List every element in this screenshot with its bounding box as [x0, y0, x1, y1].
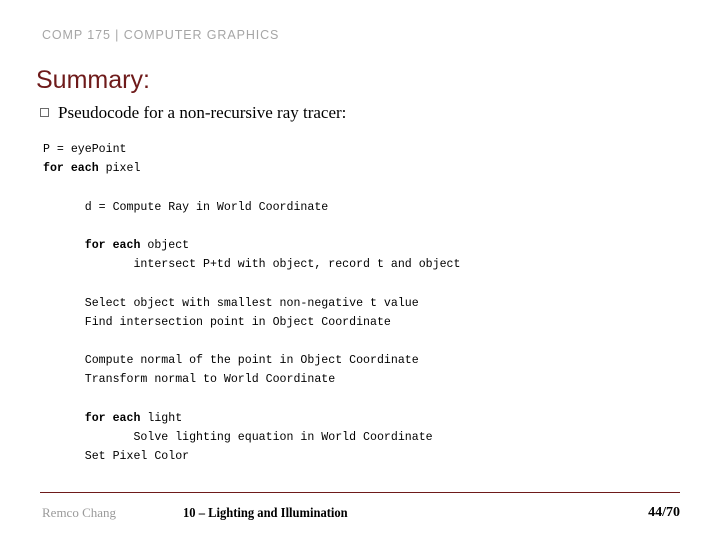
pseudocode-line: Find intersection point in Object Coordi…	[43, 315, 391, 329]
pseudocode-line: Solve lighting equation in World Coordin…	[43, 430, 433, 444]
hollow-square-bullet-icon	[40, 108, 49, 117]
pseudocode-keyword: for each	[43, 162, 99, 176]
bullet-item: Pseudocode for a non-recursive ray trace…	[40, 103, 346, 123]
footer-divider	[40, 492, 680, 493]
pseudocode-line	[43, 332, 693, 351]
footer-page-number: 44/70	[648, 505, 680, 520]
pseudocode-line	[43, 178, 693, 197]
pseudocode-line	[43, 274, 693, 293]
pseudocode-line: Select object with smallest non-negative…	[43, 296, 419, 310]
pseudocode-keyword: for each	[84, 411, 141, 425]
footer: Remco Chang 10 – Lighting and Illuminati…	[40, 505, 680, 527]
pseudocode-keyword: for each	[84, 238, 141, 252]
pseudocode-line: intersect P+td with object, record t and…	[43, 258, 461, 272]
pseudocode-line: for each pixel	[43, 159, 693, 178]
pseudocode-line: Transform normal to World Coordinate	[43, 373, 336, 387]
page-title: Summary:	[36, 66, 150, 94]
course-header: COMP 175 | COMPUTER GRAPHICS	[42, 28, 280, 42]
pseudocode-line: d = Compute Ray in World Coordinate	[43, 200, 329, 214]
pseudocode-line	[43, 217, 693, 236]
pseudocode-line: for each light	[43, 409, 693, 428]
pseudocode-text: object	[140, 238, 190, 252]
bullet-item-label: Pseudocode for a non-recursive ray trace…	[58, 103, 347, 122]
pseudocode-line: Set Pixel Color	[43, 450, 190, 464]
pseudocode-text: light	[140, 411, 183, 425]
pseudocode-block: P = eyePoint for each pixel d = Compute R…	[43, 140, 693, 466]
slide-canvas: COMP 175 | COMPUTER GRAPHICS Summary: Ps…	[0, 0, 720, 540]
pseudocode-line: P = eyePoint	[43, 143, 127, 156]
footer-topic: 10 – Lighting and Illumination	[183, 505, 348, 520]
pseudocode-line: Compute normal of the point in Object Co…	[43, 354, 419, 368]
pseudocode-line: for each object	[43, 236, 693, 255]
footer-author: Remco Chang	[42, 505, 117, 520]
pseudocode-text: pixel	[98, 162, 141, 176]
pseudocode-line	[43, 390, 693, 409]
